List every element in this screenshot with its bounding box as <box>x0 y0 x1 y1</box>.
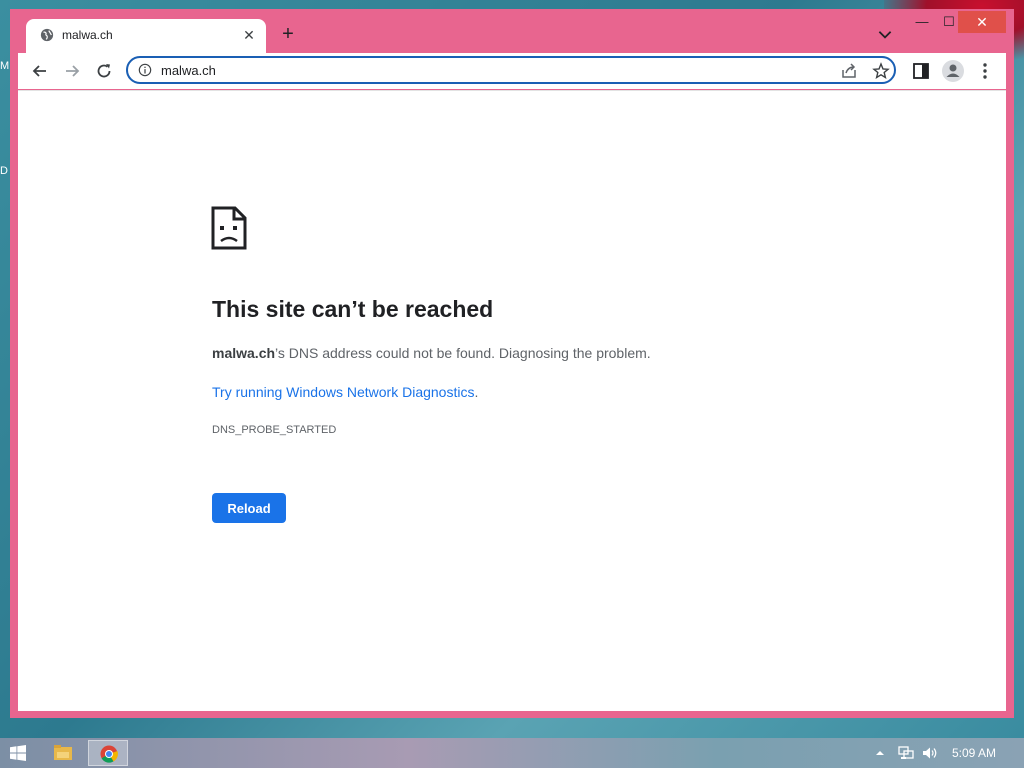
reload-icon[interactable] <box>94 61 114 81</box>
desktop-icon-label[interactable]: M <box>0 60 9 72</box>
file-explorer-button[interactable] <box>42 740 82 766</box>
link-suffix: . <box>474 384 479 400</box>
close-window-button[interactable]: ✕ <box>958 11 1006 33</box>
plus-icon[interactable]: + <box>278 24 298 44</box>
menu-icon[interactable] <box>975 61 995 81</box>
browser-window: malwa.ch ✕ + — ☐ ✕ malwa.ch This site ca… <box>10 9 1014 718</box>
url-text[interactable]: malwa.ch <box>161 63 216 78</box>
file-explorer-icon <box>54 745 72 760</box>
close-icon[interactable]: ✕ <box>240 26 258 44</box>
side-panel-icon[interactable] <box>911 61 931 81</box>
chrome-icon <box>100 745 118 763</box>
reload-button[interactable]: Reload <box>212 493 286 523</box>
volume-icon[interactable] <box>922 746 938 760</box>
windows-start-icon[interactable] <box>10 745 26 761</box>
error-code: DNS_PROBE_STARTED <box>212 424 337 436</box>
info-icon[interactable] <box>138 63 152 77</box>
minimize-button[interactable]: — <box>909 12 935 32</box>
error-description: malwa.ch’s DNS address could not be foun… <box>212 345 651 361</box>
toolbar: malwa.ch <box>18 53 1006 89</box>
forward-icon[interactable] <box>62 61 82 81</box>
chevron-down-icon[interactable] <box>876 25 894 43</box>
diagnostics-line: Try running Windows Network Diagnostics. <box>212 384 478 400</box>
network-icon[interactable] <box>898 746 914 760</box>
error-title: This site can’t be reached <box>212 296 494 322</box>
desktop-icon-label[interactable]: D <box>0 165 8 177</box>
network-diagnostics-link[interactable]: Try running Windows Network Diagnostics <box>212 384 474 400</box>
page-content: This site can’t be reached malwa.ch’s DN… <box>18 90 1006 711</box>
taskbar-clock[interactable]: 5:09 AM <box>952 746 996 760</box>
tray-arrow-icon[interactable] <box>874 746 886 760</box>
tab-strip: malwa.ch ✕ + — ☐ ✕ <box>10 9 1014 53</box>
back-icon[interactable] <box>30 61 50 81</box>
error-domain: malwa.ch <box>212 345 276 361</box>
share-icon[interactable] <box>840 62 858 80</box>
address-bar[interactable]: malwa.ch <box>126 56 896 84</box>
tab-malwa[interactable]: malwa.ch ✕ <box>26 19 266 53</box>
globe-icon <box>40 28 54 42</box>
tab-title: malwa.ch <box>62 28 113 42</box>
sad-page-icon <box>211 206 247 250</box>
taskbar: 5:09 AM <box>0 738 1024 768</box>
profile-icon[interactable] <box>941 59 965 83</box>
star-icon[interactable] <box>872 62 890 80</box>
error-description-text: ’s DNS address could not be found. Diagn… <box>275 345 651 361</box>
chrome-taskbar-button[interactable] <box>88 740 128 766</box>
